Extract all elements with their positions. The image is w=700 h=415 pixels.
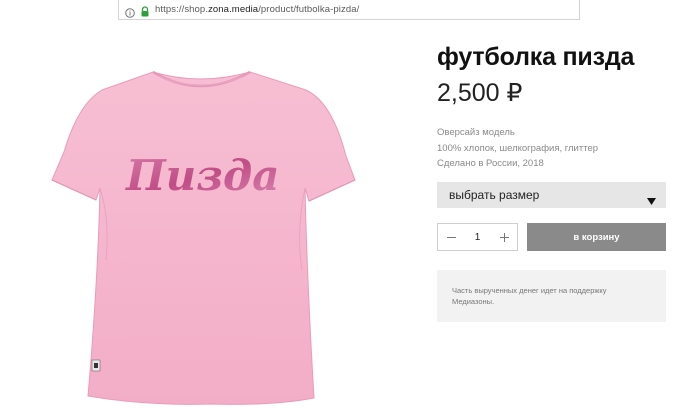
- url-text: https://shop.zona.media/product/futbolka…: [155, 4, 360, 15]
- product-details: Оверсайз модель 100% хлопок, шелкография…: [437, 125, 598, 172]
- lock-icon: [140, 4, 150, 17]
- shirt-print-text: Пизда: [125, 151, 279, 200]
- quantity-stepper[interactable]: 1: [437, 223, 518, 251]
- add-to-cart-button[interactable]: в корзину: [527, 223, 666, 251]
- info-icon[interactable]: [125, 5, 135, 18]
- caret-down-icon: [647, 192, 656, 205]
- detail-material: 100% хлопок, шелкография, глиттер: [437, 142, 599, 154]
- support-note: Часть вырученных денег идет на поддержку…: [437, 270, 666, 322]
- increase-button[interactable]: [497, 230, 511, 244]
- minus-icon: [446, 236, 456, 238]
- support-note-line-2: Медиазоны.: [452, 297, 495, 306]
- size-select-label: выбрать размер: [449, 188, 540, 202]
- plus-icon: [499, 232, 509, 242]
- quantity-value[interactable]: 1: [475, 232, 481, 243]
- product-price: 2,500 ₽: [437, 79, 523, 107]
- size-select[interactable]: выбрать размер: [437, 182, 666, 208]
- product-image: Пизда: [50, 60, 375, 410]
- decrease-button[interactable]: [444, 230, 458, 244]
- detail-origin: Сделано в России, 2018: [437, 158, 544, 169]
- product-title: футболка пизда: [437, 43, 635, 71]
- detail-fit: Оверсайз модель: [437, 127, 515, 138]
- address-bar[interactable]: https://shop.zona.media/product/futbolka…: [118, 0, 580, 20]
- support-note-line-1: Часть вырученных денег идет на поддержку: [452, 286, 607, 295]
